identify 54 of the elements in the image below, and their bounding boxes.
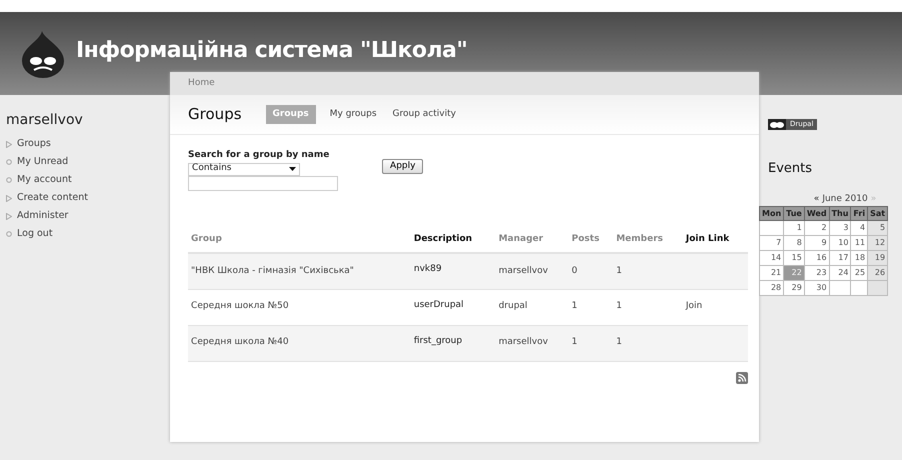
previous-month-link[interactable]: « xyxy=(814,192,820,206)
search-label: Search for a group by name xyxy=(188,149,330,162)
sidebar-title: marsellvov xyxy=(6,111,84,130)
sidebar-link[interactable]: Administer xyxy=(17,208,68,224)
calendar-day[interactable]: 7 xyxy=(760,236,784,250)
tab[interactable]: My groups xyxy=(328,104,379,124)
table-cell: "НВК Школа - гімназія "Сихівська" xyxy=(191,266,354,276)
table-cell: Середня школа №40 xyxy=(191,337,289,348)
operator-dropdown[interactable]: Contains xyxy=(188,162,300,176)
table-cell: 1 xyxy=(616,266,622,276)
drop-logo-icon xyxy=(768,119,786,130)
table-cell: Середня шокла №50 xyxy=(191,301,289,312)
table-cell: first_group xyxy=(414,336,462,346)
table-cell: 1 xyxy=(572,337,578,348)
weekday-header: Tue xyxy=(784,206,804,220)
rss-feed-icon[interactable] xyxy=(736,372,748,384)
sidebar-link[interactable]: My account xyxy=(17,172,72,188)
column-header[interactable]: Manager xyxy=(496,226,569,253)
table-cell: 0 xyxy=(572,266,578,276)
table-cell: userDrupal xyxy=(414,300,464,310)
calendar-day[interactable]: 28 xyxy=(760,280,784,296)
apply-button[interactable]: Apply xyxy=(382,159,424,174)
tab[interactable]: Group activity xyxy=(390,104,458,124)
join-link[interactable]: Join xyxy=(686,301,702,312)
weekday-header: Sat xyxy=(868,206,888,220)
column-header: Description xyxy=(410,226,496,253)
table-cell: marsellvov xyxy=(498,266,548,276)
search-field[interactable] xyxy=(188,176,338,190)
column-header: Join Link xyxy=(682,226,748,253)
weekday-header: Wed xyxy=(804,206,830,220)
weekday-header: Fri xyxy=(850,206,868,220)
sidebar-link[interactable]: Log out xyxy=(17,226,53,242)
sidebar-link[interactable]: Create content xyxy=(17,190,88,206)
sidebar-link[interactable]: Groups xyxy=(17,136,51,152)
site-name[interactable]: Інформаційна система "Школа" xyxy=(76,34,468,67)
weekday-header: Mon xyxy=(760,206,784,220)
column-header[interactable]: Posts xyxy=(568,226,614,253)
caret-icon xyxy=(289,167,296,171)
table-cell: 1 xyxy=(572,301,578,312)
column-header[interactable]: Members xyxy=(613,226,683,253)
table-cell: 1 xyxy=(616,301,622,312)
table-cell: marsellvov xyxy=(498,337,548,348)
month-title: June 2010 xyxy=(822,192,868,206)
calendar-day[interactable]: 21 xyxy=(760,266,784,280)
column-header[interactable]: Group xyxy=(188,226,411,253)
table-cell: 1 xyxy=(616,337,622,348)
block-title: Events xyxy=(768,160,814,178)
weekday-header: Thu xyxy=(829,206,851,220)
drop-logo-icon xyxy=(20,28,66,78)
page-title: Groups xyxy=(188,104,242,126)
table-cell: drupal xyxy=(498,301,528,312)
sidebar-link[interactable]: My Unread xyxy=(17,154,68,170)
calendar-day[interactable]: 14 xyxy=(760,250,784,266)
table-cell: nvk89 xyxy=(414,264,442,274)
